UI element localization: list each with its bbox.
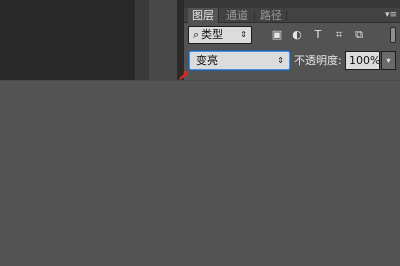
smart-object-filter-icon[interactable]: ⧉ [352,28,366,42]
document-canvas[interactable] [0,0,135,80]
blend-mode-value: 变亮 [196,54,218,67]
filter-type-value: 类型 [201,28,224,41]
panel-menu-icon[interactable]: ▾≡ [385,8,397,23]
tab-layers[interactable]: 图层 [188,8,219,23]
opacity-input[interactable]: 100% [345,51,380,70]
annotation-arrow-icon [179,71,188,80]
panel-title-bar[interactable] [184,0,400,8]
blend-options-row: 变亮 ⇕ 不透明度: 100% ▾ [184,50,400,72]
shape-filter-icon[interactable]: ⌗ [332,28,346,42]
select-arrows-icon: ⇕ [277,56,284,65]
text-filter-icon[interactable]: T [311,28,325,42]
opacity-slider-dropdown[interactable]: ▾ [381,51,396,70]
layers-panel: 图层 通道 路径 ▾≡ ⌕ 类型 ⇕ ▣ ◐ T ⌗ ⧉ 变亮 ⇕ 不透明度: 1… [184,0,400,80]
panel-divider[interactable] [177,0,184,80]
select-arrows-icon: ⇕ [240,30,247,39]
workspace-gutter [149,0,177,80]
canvas-scroll-edge [135,0,149,80]
filter-type-select[interactable]: ⌕ 类型 ⇕ [188,26,252,44]
blend-mode-select[interactable]: 变亮 ⇕ [189,51,290,70]
adjustment-filter-icon[interactable]: ◐ [290,28,304,42]
tab-separator [286,11,287,21]
panel-bottom-edge [0,80,400,81]
tab-paths[interactable]: 路径 [256,8,286,23]
layer-filter-row: ⌕ 类型 ⇕ ▣ ◐ T ⌗ ⧉ [184,26,400,46]
tab-separator [254,11,255,21]
opacity-label: 不透明度: [294,54,342,67]
tab-channels[interactable]: 通道 [222,8,252,23]
panel-tab-bar: 图层 通道 路径 ▾≡ [184,8,400,23]
image-filter-icon[interactable]: ▣ [270,28,284,42]
search-icon: ⌕ [193,28,200,41]
filter-toggle-switch[interactable] [390,27,396,43]
